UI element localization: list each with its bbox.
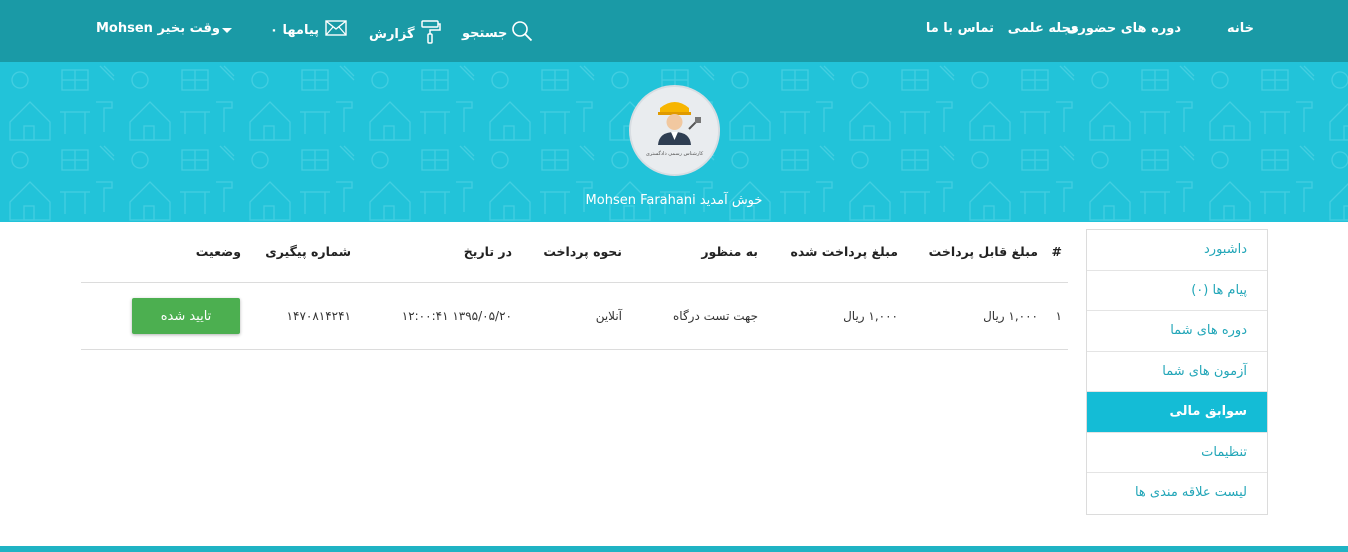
sidebar-item-courses[interactable]: دوره های شما	[1087, 311, 1267, 352]
col-header-purpose: به منظور	[701, 244, 758, 259]
cell-paid-amount: ۱,۰۰۰ ریال	[843, 309, 898, 323]
chevron-down-icon[interactable]	[221, 23, 233, 41]
nav-messages-button[interactable]: پیامها ۰	[270, 20, 347, 42]
sidebar-item-exams[interactable]: آزمون های شما	[1087, 352, 1267, 392]
search-icon	[511, 20, 533, 48]
cell-payable-amount: ۱,۰۰۰ ریال	[983, 309, 1038, 323]
sidebar-item-settings[interactable]: تنظیمات	[1087, 433, 1267, 473]
col-header-date: در تاریخ	[463, 244, 512, 259]
sidebar-item-financial-records[interactable]: سوابق مالی	[1087, 392, 1267, 433]
financial-records-table: # مبلغ قابل پرداخت مبلغ پرداخت شده به من…	[81, 229, 1068, 350]
sidebar-item-wishlist[interactable]: لیست علاقه مندی ها	[1087, 473, 1267, 514]
nav-messages-label: پیامها ۰	[270, 23, 320, 38]
table-header-row: # مبلغ قابل پرداخت مبلغ پرداخت شده به من…	[81, 229, 1068, 283]
account-sidebar: داشبورد پیام ها (۰) دوره های شما آزمون ه…	[1086, 229, 1268, 515]
paint-roller-icon	[419, 20, 441, 50]
col-header-index: #	[1051, 244, 1062, 259]
avatar-caption: کارشناس رسمی دادگستری	[646, 150, 704, 157]
footer-strip	[0, 546, 1348, 552]
nav-report-label: گزارش	[369, 27, 415, 42]
nav-contact-link[interactable]: تماس با ما	[926, 20, 994, 38]
cell-payment-method: آنلاین	[595, 309, 622, 323]
nav-home-link[interactable]: خانه	[1227, 20, 1254, 38]
col-header-paid-amount: مبلغ پرداخت شده	[790, 244, 899, 259]
col-header-status: وضعیت	[195, 244, 241, 259]
status-badge-button[interactable]: تایید شده	[132, 298, 240, 334]
cell-index: ۱	[1055, 309, 1062, 323]
nav-search-label: جستجو	[462, 26, 508, 41]
profile-banner: کارشناس رسمی دادگستری Mohsen Farahani خو…	[0, 62, 1348, 222]
nav-report-button[interactable]: گزارش	[369, 20, 441, 50]
col-header-payable-amount: مبلغ قابل پرداخت	[928, 244, 1038, 259]
cell-tracking-number: ۱۴۷۰۸۱۴۲۴۱	[286, 309, 351, 323]
sidebar-item-dashboard[interactable]: داشبورد	[1087, 230, 1267, 271]
col-header-payment-method: نحوه پرداخت	[543, 244, 622, 259]
top-navbar: خانه دوره های حضوری مجله علمی تماس با ما…	[0, 0, 1348, 62]
nav-search-button[interactable]: جستجو	[462, 20, 533, 48]
nav-in-person-courses-link[interactable]: دوره های حضوری	[1067, 20, 1182, 38]
welcome-message: Mohsen Farahani خوش آمدید	[585, 193, 763, 208]
cell-purpose: جهت تست درگاه	[673, 309, 758, 323]
sidebar-item-messages[interactable]: پیام ها (۰)	[1087, 271, 1267, 311]
envelope-icon	[325, 20, 347, 42]
user-avatar[interactable]: کارشناس رسمی دادگستری	[629, 85, 720, 176]
cell-date: ۱۳۹۵/۰۵/۲۰ ۱۲:۰۰:۴۱	[401, 309, 512, 323]
user-greeting-menu[interactable]: Mohsen وقت بخیر	[96, 20, 220, 38]
col-header-tracking-number: شماره پیگیری	[265, 244, 351, 259]
table-row: ۱ ۱,۰۰۰ ریال ۱,۰۰۰ ریال جهت تست درگاه آن…	[81, 283, 1068, 350]
nav-magazine-link[interactable]: مجله علمی	[1008, 20, 1079, 38]
